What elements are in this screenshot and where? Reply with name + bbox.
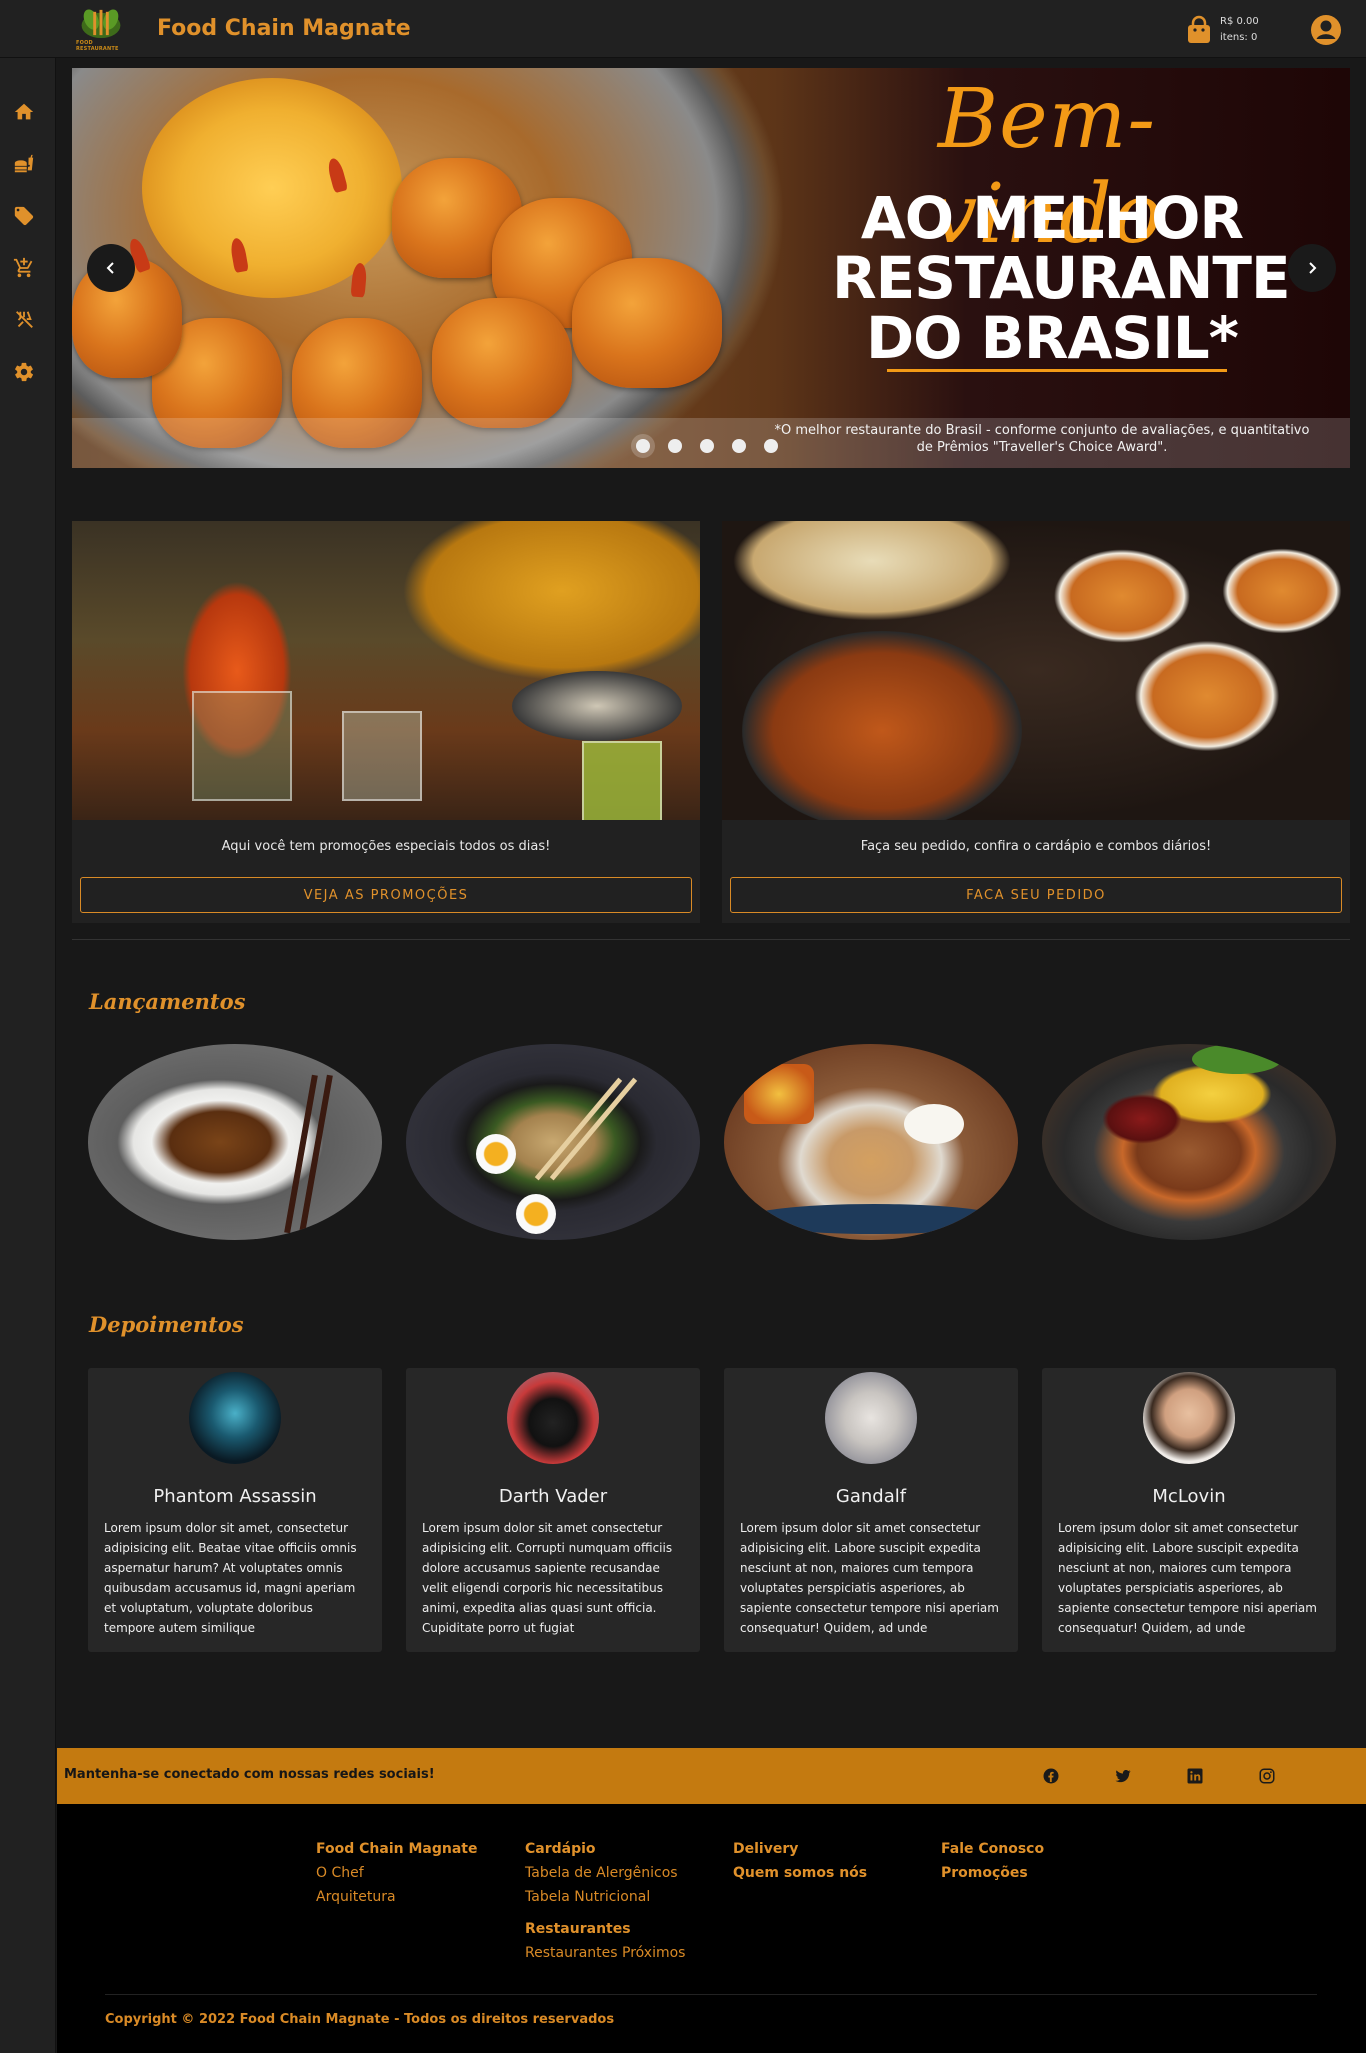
see-promotions-button[interactable]: VEJA AS PROMOÇÕES [80,877,692,913]
cart-icon [13,257,33,278]
carousel-indicators [636,439,778,453]
footer-column-4: Fale Conosco Promoções [941,1837,1044,1885]
sidebar-item-home[interactable] [12,100,36,124]
launch-dish-stroganoff[interactable] [724,1044,1018,1240]
testimonial-name: Darth Vader [498,1486,608,1507]
cart-total: R$ 0.00 [1220,16,1259,27]
hero-caption: *O melhor restaurante do Brasil - confor… [774,423,1310,455]
social-band: Mantenha-se conectado com nossas redes s… [57,1748,1366,1804]
carousel-dot-5[interactable] [764,439,778,453]
testimonial-name: Phantom Assassin [153,1486,317,1507]
testimonials-title: Depoimentos [89,1312,244,1337]
home-icon [14,103,34,120]
footer: Food Chain Magnate O Chef Arquitetura Ca… [57,1804,1366,2053]
promo-card-image-drinks [72,521,700,820]
gear-icon [15,362,34,382]
launch-dish-roast[interactable] [1042,1044,1336,1240]
place-order-button[interactable]: FACA SEU PEDIDO [730,877,1342,913]
sidebar-item-cart[interactable] [12,256,36,280]
carousel-dot-4[interactable] [732,439,746,453]
hero-shrimp [572,258,722,388]
hero-headline-3: DO BRASIL* [865,304,1239,372]
launch-dish-ramen[interactable] [406,1044,700,1240]
avatar-phantom-assassin [189,1372,281,1464]
chevron-right-icon [1309,262,1317,274]
launch-dish-noodles[interactable] [88,1044,382,1240]
footer-link-about[interactable]: Quem somos nós [733,1861,867,1885]
footer-column-3: Delivery Quem somos nós [733,1837,867,1885]
footer-column-2: Cardápio Tabela de Alergênicos Tabela Nu… [525,1837,685,1965]
cart-summary[interactable]: R$ 0.00 itens: 0 [1184,14,1259,46]
footer-divider [105,1994,1317,1995]
testimonial-text: Lorem ipsum dolor sit amet consectetur a… [740,1521,999,1635]
instagram-icon[interactable] [1258,1767,1276,1785]
social-text: Mantenha-se conectado com nossas redes s… [64,1767,435,1782]
no-food-icon [16,311,33,328]
testimonial-card: Gandalf Lorem ipsum dolor sit amet conse… [724,1368,1018,1652]
footer-column-1: Food Chain Magnate O Chef Arquitetura [316,1837,477,1909]
carousel-next-button[interactable] [1288,244,1336,292]
promo-card-image-dishes [722,521,1350,820]
launches-title: Lançamentos [89,989,246,1014]
footer-link-contact[interactable]: Fale Conosco [941,1837,1044,1861]
footer-link-architecture[interactable]: Arquitetura [316,1885,477,1909]
sidebar-item-menu[interactable] [12,152,36,176]
promo-card-promotions: Aqui você tem promoções especiais todos … [72,521,700,923]
facebook-icon[interactable] [1042,1767,1060,1785]
sidebar-item-promotions[interactable] [12,204,36,228]
footer-link-nutrition[interactable]: Tabela Nutricional [525,1885,685,1909]
carousel-prev-button[interactable] [87,244,135,292]
avatar-gandalf [825,1372,917,1464]
footer-link-promotions[interactable]: Promoções [941,1861,1044,1885]
testimonial-card: Phantom Assassin Lorem ipsum dolor sit a… [88,1368,382,1652]
testimonial-name: McLovin [1152,1486,1226,1507]
promo-card-text: Faça seu pedido, confira o cardápio e co… [860,839,1212,854]
avatar-darth-vader [507,1372,599,1464]
top-bar: FOOD RESTAURANTE Food Chain Magnate R$ 0… [0,0,1366,58]
sidebar [0,58,56,2053]
shopping-bag-icon [1188,15,1210,43]
hero-carousel[interactable]: Bem-vindo AO MELHOR RESTAURANTE DO BRASI… [72,68,1350,468]
avatar-mclovin [1143,1372,1235,1464]
footer-link-delivery[interactable]: Delivery [733,1837,867,1861]
hero-headline-2: RESTAURANTE [832,244,1291,312]
hero-shrimp [432,298,572,428]
footer-link-nearby-restaurants[interactable]: Restaurantes Próximos [525,1941,685,1965]
sidebar-item-settings[interactable] [12,360,36,384]
hero-underline [887,369,1227,372]
tag-icon [14,206,34,226]
testimonial-text: Lorem ipsum dolor sit amet consectetur a… [422,1521,673,1635]
logo-text: FOOD RESTAURANTE [76,40,119,52]
fast-food-icon [14,154,34,173]
testimonial-name: Gandalf [835,1486,907,1507]
promo-card-text: Aqui você tem promoções especiais todos … [221,839,551,854]
testimonial-text: Lorem ipsum dolor sit amet consectetur a… [1058,1521,1317,1635]
footer-link-home[interactable]: Food Chain Magnate [316,1837,477,1861]
testimonial-card: McLovin Lorem ipsum dolor sit amet conse… [1042,1368,1336,1652]
cart-items-count: itens: 0 [1220,32,1258,43]
copyright-text: Copyright © 2022 Food Chain Magnate - To… [105,2012,615,2027]
carousel-dot-1[interactable] [636,439,650,453]
linkedin-icon[interactable] [1186,1767,1204,1785]
footer-link-menu[interactable]: Cardápio [525,1837,685,1861]
footer-link-chef[interactable]: O Chef [316,1861,477,1885]
chevron-left-icon [106,262,114,274]
hero-headline-1: AO MELHOR [860,184,1244,252]
testimonial-text: Lorem ipsum dolor sit amet, consectetur … [104,1521,357,1635]
account-circle-icon[interactable] [1310,14,1342,46]
section-divider [72,939,1350,940]
twitter-icon[interactable] [1114,1767,1132,1785]
logo-icon [81,9,121,39]
testimonial-card: Darth Vader Lorem ipsum dolor sit amet c… [406,1368,700,1652]
restaurant-logo[interactable]: FOOD RESTAURANTE [76,6,126,52]
app-title[interactable]: Food Chain Magnate [157,16,411,41]
promo-card-order: Faça seu pedido, confira o cardápio e co… [722,521,1350,923]
footer-link-restaurants[interactable]: Restaurantes [525,1917,685,1941]
carousel-dot-3[interactable] [700,439,714,453]
sidebar-item-allergens[interactable] [12,308,36,332]
footer-link-allergens[interactable]: Tabela de Alergênicos [525,1861,685,1885]
carousel-dot-2[interactable] [668,439,682,453]
